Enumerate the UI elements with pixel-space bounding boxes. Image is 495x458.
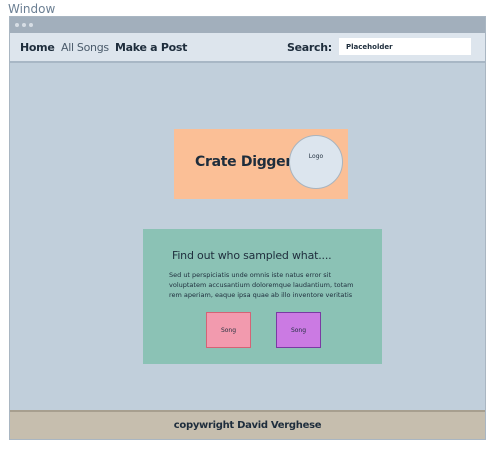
song-button-1[interactable]: Song <box>206 312 251 348</box>
window-dot-icon[interactable] <box>15 23 19 27</box>
logo-placeholder: Logo <box>289 135 343 189</box>
search-label: Search: <box>287 41 332 54</box>
hero-banner: Crate Digger Logo <box>174 129 348 199</box>
window-dot-icon[interactable] <box>22 23 26 27</box>
song-button-2[interactable]: Song <box>276 312 321 348</box>
nav-link-all-songs[interactable]: All Songs <box>61 41 109 54</box>
title-bar <box>10 17 485 33</box>
window-dot-icon[interactable] <box>29 23 33 27</box>
logo-label: Logo <box>308 153 324 160</box>
window-caption: Window <box>8 2 56 16</box>
browser-window: Home All Songs Make a Post Search: Crate… <box>9 16 486 440</box>
search-input[interactable] <box>339 38 471 55</box>
nav-bar: Home All Songs Make a Post Search: <box>10 33 485 63</box>
info-body-text: Sed ut perspiciatis unde omnis iste natu… <box>169 271 354 299</box>
footer-copyright: copywright David Verghese <box>173 420 322 431</box>
info-heading: Find out who sampled what.... <box>172 249 332 262</box>
info-card: Find out who sampled what.... Sed ut per… <box>143 229 382 364</box>
footer: copywright David Verghese <box>10 410 485 439</box>
site-title: Crate Digger <box>195 154 292 170</box>
nav-link-make-post[interactable]: Make a Post <box>115 41 187 54</box>
nav-link-home[interactable]: Home <box>20 41 55 54</box>
